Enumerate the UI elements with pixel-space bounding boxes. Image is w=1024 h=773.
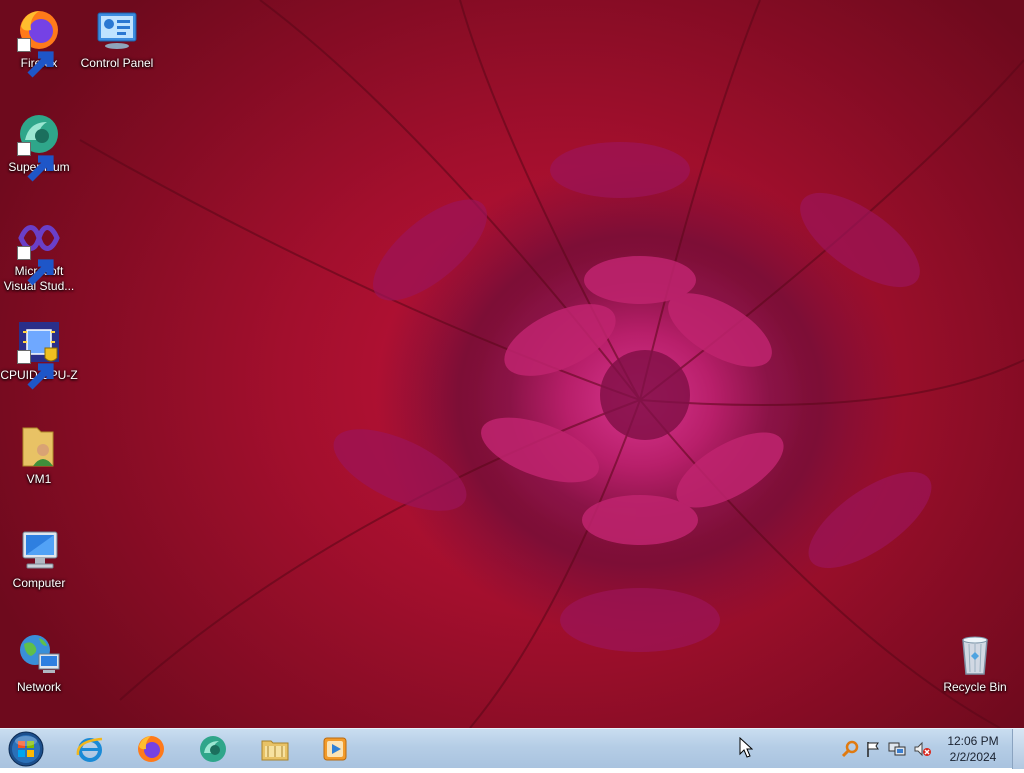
desktop-icon-visual-studio[interactable]: Microsoft Visual Stud... — [0, 214, 78, 294]
taskbar-firefox[interactable] — [124, 731, 178, 767]
search-icon — [841, 740, 859, 758]
taskbar-media-player[interactable] — [308, 731, 362, 767]
shortcut-arrow-icon — [17, 38, 54, 78]
desktop-icon-label: Computer — [12, 576, 66, 590]
desktop-icon-network[interactable]: Network — [0, 630, 78, 695]
start-button[interactable] — [6, 730, 46, 768]
desktop-icon-computer[interactable]: Computer — [0, 526, 78, 591]
desktop-icon-control-panel[interactable]: Control Panel — [78, 6, 156, 71]
taskbar-file-explorer[interactable] — [248, 731, 302, 767]
desktop-icon-firefox[interactable]: Firefox — [0, 6, 78, 78]
action-center-flag-icon — [867, 742, 879, 757]
user-folder-icon — [22, 427, 54, 467]
shortcut-arrow-icon — [17, 350, 54, 390]
control-panel-icon — [97, 12, 137, 49]
shortcut-arrow-icon — [17, 142, 54, 182]
desktop-icon-supermium[interactable]: Supermium — [0, 110, 78, 182]
tray-network[interactable] — [887, 739, 907, 759]
network-icon — [20, 635, 60, 673]
desktop-icon-cpu-z[interactable]: CPUID CPU-Z — [0, 318, 78, 390]
firefox-icon — [138, 736, 164, 762]
desktop-icon-label: Control Panel — [80, 56, 154, 70]
network-icon — [888, 742, 906, 756]
desktop-icon-label: VM1 — [26, 472, 52, 486]
shortcut-arrow-icon — [17, 246, 54, 286]
internet-explorer-icon — [76, 737, 103, 762]
recycle-bin-icon — [962, 636, 988, 675]
mouse-cursor-icon — [739, 737, 753, 758]
show-desktop-button[interactable] — [1012, 729, 1024, 769]
computer-icon — [22, 531, 58, 569]
media-player-icon — [323, 737, 347, 761]
tray-volume[interactable] — [912, 739, 932, 759]
desktop-icon-label: Recycle Bin — [943, 680, 1007, 694]
tray-search[interactable] — [841, 739, 861, 759]
clock-time: 12:06 PM — [947, 734, 999, 748]
taskbar-internet-explorer[interactable] — [63, 731, 117, 767]
taskbar-clock[interactable]: 12:06 PM 2/2/2024 — [935, 733, 1011, 765]
desktop[interactable]: Firefox Control Panel Supermium Microsof… — [0, 0, 1024, 728]
taskbar: 12:06 PM 2/2/2024 — [0, 728, 1024, 769]
desktop-icon-recycle-bin[interactable]: Recycle Bin — [936, 630, 1014, 695]
wallpaper-dahlia — [79, 0, 1024, 728]
taskbar-supermium[interactable] — [186, 731, 240, 767]
tray-action-center[interactable] — [864, 739, 884, 759]
desktop-icon-label: Network — [16, 680, 61, 694]
start-orb-icon — [8, 731, 44, 767]
desktop-icon-vm1[interactable]: VM1 — [0, 422, 78, 487]
volume-muted-icon — [914, 741, 931, 757]
supermium-icon — [200, 736, 226, 762]
clock-date: 2/2/2024 — [949, 750, 997, 764]
file-explorer-icon — [261, 740, 289, 761]
